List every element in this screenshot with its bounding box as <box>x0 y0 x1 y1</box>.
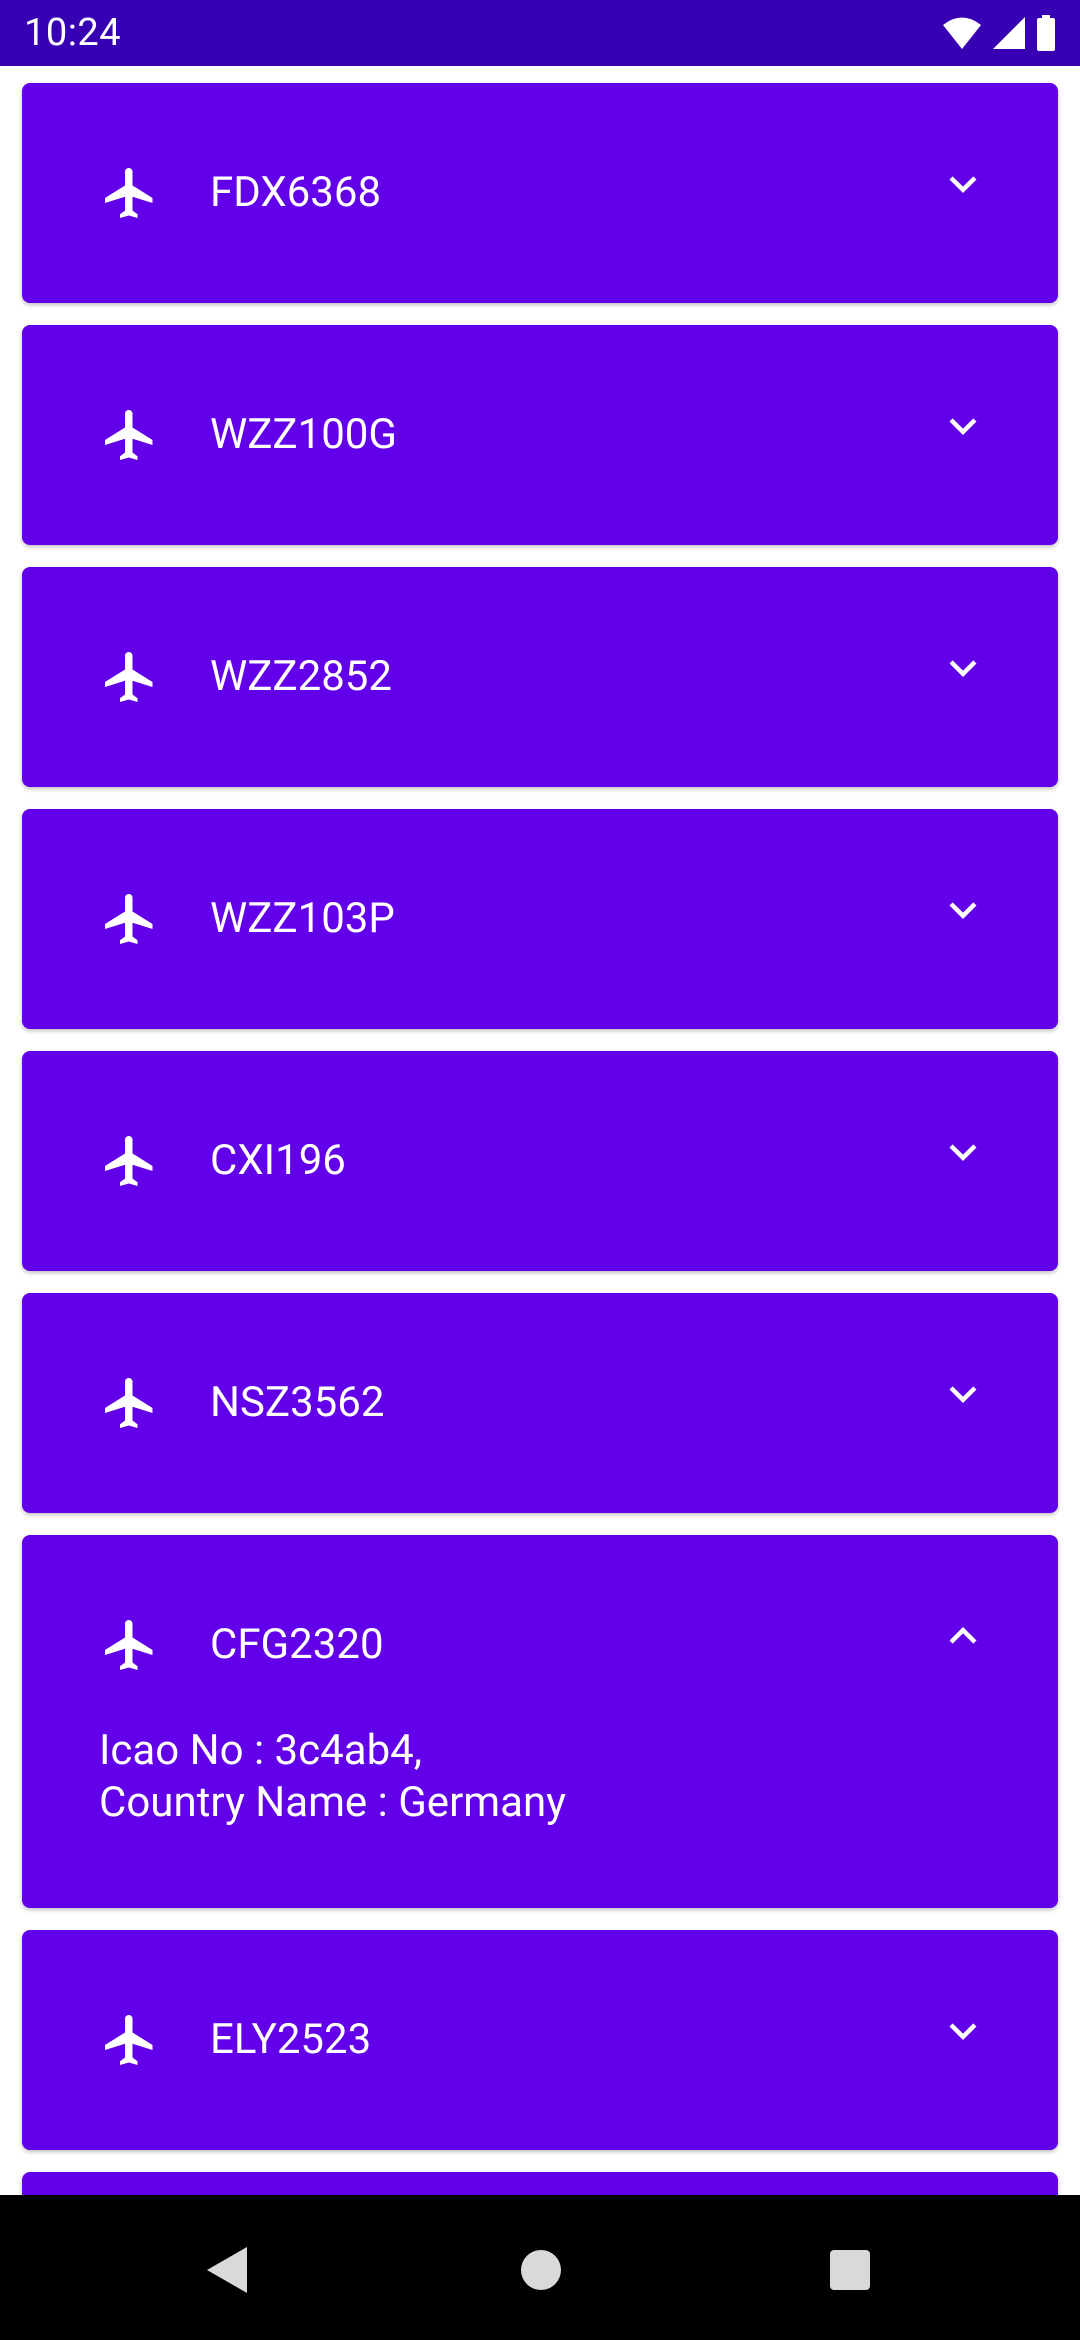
signal-icon <box>993 17 1025 49</box>
flight-callsign: ELY2523 <box>210 2015 372 2064</box>
airplane-icon <box>105 1378 153 1428</box>
battery-icon <box>1037 15 1055 51</box>
chevron-down-icon[interactable] <box>936 641 990 695</box>
flight-card-partial[interactable] <box>22 2172 1058 2195</box>
chevron-down-icon[interactable] <box>936 157 990 211</box>
home-button[interactable] <box>506 2235 576 2305</box>
flight-callsign: CFG2320 <box>210 1620 384 1669</box>
back-button[interactable] <box>192 2235 262 2305</box>
airplane-icon <box>105 1620 153 1670</box>
flight-card[interactable]: FDX6368 <box>22 83 1058 303</box>
flight-card-header[interactable]: WZZ100G <box>22 325 1058 545</box>
flight-callsign: NSZ3562 <box>210 1378 385 1427</box>
flight-card[interactable]: ELY2523 <box>22 1930 1058 2150</box>
icao-number: Icao No : 3c4ab4, <box>99 1726 423 1775</box>
chevron-down-icon[interactable] <box>936 883 990 937</box>
flight-card-header[interactable]: CFG2320 <box>22 1535 1058 1755</box>
airplane-icon <box>105 168 153 218</box>
flight-card[interactable]: WZZ100G <box>22 325 1058 545</box>
chevron-down-icon[interactable] <box>936 1125 990 1179</box>
flight-card-header[interactable]: WZZ103P <box>22 809 1058 1029</box>
status-icons <box>942 15 1056 51</box>
airplane-icon <box>105 2015 153 2065</box>
flight-card[interactable]: CXI196 <box>22 1051 1058 1271</box>
flight-card-header[interactable]: ELY2523 <box>22 1930 1058 2150</box>
recents-square-icon <box>830 2250 870 2290</box>
back-triangle-icon <box>207 2247 247 2293</box>
flight-callsign: WZZ103P <box>210 894 395 943</box>
flight-card[interactable]: WZZ103P <box>22 809 1058 1029</box>
airplane-icon <box>105 894 153 944</box>
airplane-icon <box>105 410 153 460</box>
home-circle-icon <box>521 2250 561 2290</box>
chevron-up-icon[interactable] <box>936 1609 990 1663</box>
airplane-icon <box>105 1136 153 1186</box>
chevron-down-icon[interactable] <box>936 399 990 453</box>
flight-card-header[interactable]: CXI196 <box>22 1051 1058 1271</box>
recents-button[interactable] <box>815 2235 885 2305</box>
status-bar: 10:24 <box>0 0 1080 66</box>
flight-card-header[interactable]: WZZ2852 <box>22 567 1058 787</box>
chevron-down-icon[interactable] <box>936 2004 990 2058</box>
flight-callsign: WZZ100G <box>210 410 398 459</box>
flight-card[interactable]: CFG2320 Icao No : 3c4ab4, Country Name : G… <box>22 1535 1058 1908</box>
navigation-bar <box>0 2195 1080 2340</box>
flight-card[interactable]: WZZ2852 <box>22 567 1058 787</box>
flight-list[interactable]: FDX6368 WZZ100G WZZ2852 WZZ103P CXI196 NSZ356… <box>0 66 1080 2195</box>
flight-card[interactable]: NSZ3562 <box>22 1293 1058 1513</box>
airplane-icon <box>105 652 153 702</box>
country-name: Country Name : Germany <box>99 1778 567 1827</box>
wifi-icon <box>943 17 981 49</box>
flight-card-header[interactable]: FDX6368 <box>22 83 1058 303</box>
chevron-down-icon[interactable] <box>936 1367 990 1421</box>
flight-callsign: CXI196 <box>210 1136 346 1185</box>
flight-callsign: WZZ2852 <box>210 652 393 701</box>
status-time: 10:24 <box>24 11 122 55</box>
flight-details: Icao No : 3c4ab4, Country Name : Germany <box>99 1725 566 1829</box>
flight-callsign: FDX6368 <box>210 168 382 217</box>
flight-card-header[interactable]: NSZ3562 <box>22 1293 1058 1513</box>
